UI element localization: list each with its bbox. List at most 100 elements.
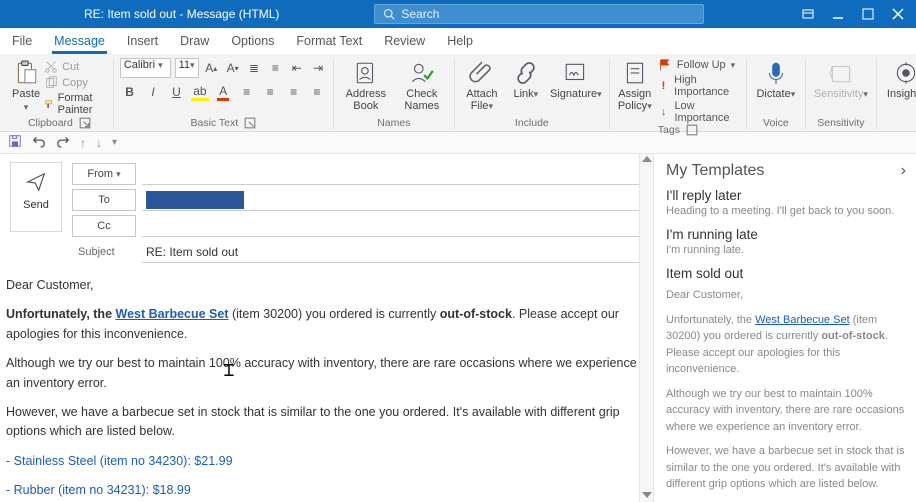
- redo-icon[interactable]: [56, 134, 70, 151]
- outdent-icon[interactable]: ⇤: [288, 58, 305, 78]
- search-icon: [383, 8, 395, 20]
- cut-icon: [44, 60, 58, 74]
- product-link[interactable]: West Barbecue Set: [116, 307, 229, 321]
- window-title: RE: Item sold out - Message (HTML): [84, 7, 279, 21]
- tab-file[interactable]: File: [10, 30, 34, 54]
- subject-input[interactable]: RE: Item sold out: [142, 241, 643, 263]
- from-input[interactable]: [142, 163, 643, 185]
- tab-format-text[interactable]: Format Text: [294, 30, 364, 54]
- check-names-icon: [409, 60, 435, 86]
- scroll-up-icon[interactable]: [642, 156, 652, 162]
- increase-font-icon[interactable]: A▴: [203, 58, 220, 78]
- paste-icon: [13, 60, 39, 86]
- ribbon: Paste ▾ Cut Copy Format Painter Clipboar…: [0, 54, 916, 132]
- from-button[interactable]: From ▾: [72, 163, 136, 185]
- dialog-launcher-icon[interactable]: [79, 117, 91, 129]
- compose-scrollbar[interactable]: [639, 154, 653, 502]
- bold-icon[interactable]: B: [120, 82, 139, 102]
- compose-area: Send From ▾ To Cc Subject RE: Item sold: [0, 154, 654, 502]
- tab-draw[interactable]: Draw: [178, 30, 211, 54]
- font-size-select[interactable]: 11▾: [175, 58, 199, 78]
- dictate-button[interactable]: Dictate▾: [753, 58, 799, 100]
- send-icon: [25, 171, 47, 193]
- paste-button[interactable]: Paste ▾: [12, 58, 40, 113]
- minimize-icon[interactable]: [832, 8, 844, 20]
- cut-button[interactable]: Cut: [44, 60, 107, 74]
- bullets-icon[interactable]: ≣: [245, 58, 262, 78]
- subject-label: Subject: [72, 241, 136, 263]
- link-button[interactable]: Link▾: [507, 58, 545, 100]
- attach-file-button[interactable]: Attach File▾: [461, 58, 503, 112]
- font-name-select[interactable]: Calibri ▾: [120, 58, 171, 78]
- high-importance-button[interactable]: !High Importance: [658, 74, 740, 98]
- cc-input[interactable]: [142, 215, 643, 237]
- group-sensitivity: Sensitivity▾ Sensitivity: [806, 58, 877, 129]
- copy-button[interactable]: Copy: [44, 76, 107, 90]
- dialog-launcher-icon[interactable]: [686, 124, 698, 136]
- save-icon[interactable]: [8, 134, 22, 151]
- numbering-icon[interactable]: ≡: [267, 58, 284, 78]
- tab-options[interactable]: Options: [229, 30, 276, 54]
- insights-icon: [893, 60, 916, 86]
- body-p1: Unfortunately, the West Barbecue Set (it…: [6, 305, 639, 344]
- scroll-down-icon[interactable]: [642, 492, 652, 498]
- qat-more-icon[interactable]: ▾: [112, 137, 117, 148]
- template-reply-later[interactable]: I'll reply later Heading to a meeting. I…: [666, 188, 906, 217]
- assign-policy-button[interactable]: Assign Policy▾: [616, 58, 654, 112]
- ribbon-display-icon[interactable]: [802, 8, 814, 20]
- to-input[interactable]: [142, 189, 643, 211]
- format-painter-button[interactable]: Format Painter: [44, 92, 107, 116]
- close-icon[interactable]: [892, 8, 904, 20]
- align-justify-icon[interactable]: ≡: [307, 82, 326, 102]
- tab-insert[interactable]: Insert: [125, 30, 160, 54]
- format-painter-icon: [44, 97, 53, 111]
- address-book-icon: [353, 60, 379, 86]
- font-color-icon[interactable]: A: [214, 82, 233, 102]
- tab-review[interactable]: Review: [382, 30, 427, 54]
- main-split: Send From ▾ To Cc Subject RE: Item sold: [0, 154, 916, 502]
- body-p3: However, we have a barbecue set in stock…: [6, 403, 639, 442]
- follow-up-button[interactable]: Follow Up▾: [658, 58, 740, 72]
- insights-button[interactable]: Insights: [883, 58, 916, 100]
- message-body[interactable]: Dear Customer, Unfortunately, the West B…: [0, 266, 653, 502]
- tab-help[interactable]: Help: [445, 30, 475, 54]
- copy-icon: [44, 76, 58, 90]
- align-left-icon[interactable]: ≡: [237, 82, 256, 102]
- search-box[interactable]: Search: [374, 4, 704, 24]
- to-button[interactable]: To: [72, 189, 136, 211]
- group-clipboard: Paste ▾ Cut Copy Format Painter Clipboar…: [6, 58, 114, 129]
- check-names-button[interactable]: Check Names: [396, 58, 448, 112]
- cc-button[interactable]: Cc: [72, 215, 136, 237]
- maximize-icon[interactable]: [862, 8, 874, 20]
- window-controls: [802, 8, 912, 20]
- templates-heading: My Templates›: [666, 162, 906, 180]
- close-pane-icon[interactable]: ›: [901, 162, 906, 180]
- underline-icon[interactable]: U: [167, 82, 186, 102]
- body-option-2: - Rubber (item no 34231): $18.99: [6, 481, 639, 500]
- dialog-launcher-icon[interactable]: [244, 117, 256, 129]
- indent-icon[interactable]: ⇥: [309, 58, 326, 78]
- address-book-button[interactable]: Address Book: [340, 58, 392, 112]
- group-include: Attach File▾ Link▾ Signature▾ Include: [455, 58, 610, 129]
- send-button[interactable]: Send: [10, 162, 62, 232]
- tab-message[interactable]: Message: [52, 30, 107, 54]
- italic-icon[interactable]: I: [143, 82, 162, 102]
- low-importance-button[interactable]: ↓Low Importance: [658, 100, 740, 124]
- assign-policy-icon: [622, 60, 648, 86]
- preview-product-link[interactable]: West Barbecue Set: [755, 314, 850, 326]
- decrease-font-icon[interactable]: A▾: [224, 58, 241, 78]
- undo-icon[interactable]: [32, 134, 46, 151]
- high-importance-icon: !: [658, 80, 669, 92]
- sensitivity-button: Sensitivity▾: [812, 58, 870, 100]
- title-bar: RE: Item sold out - Message (HTML) Searc…: [0, 0, 916, 28]
- next-icon[interactable]: ↓: [96, 136, 102, 150]
- previous-icon[interactable]: ↑: [80, 136, 86, 150]
- signature-button[interactable]: Signature▾: [549, 58, 603, 100]
- align-center-icon[interactable]: ≡: [260, 82, 279, 102]
- recipient-chip[interactable]: [146, 191, 244, 209]
- highlight-icon[interactable]: ab: [190, 82, 209, 102]
- template-running-late[interactable]: I'm running late I'm running late.: [666, 227, 906, 256]
- align-right-icon[interactable]: ≡: [284, 82, 303, 102]
- template-item-sold-out[interactable]: Item sold out: [666, 266, 906, 281]
- signature-icon: [563, 60, 589, 86]
